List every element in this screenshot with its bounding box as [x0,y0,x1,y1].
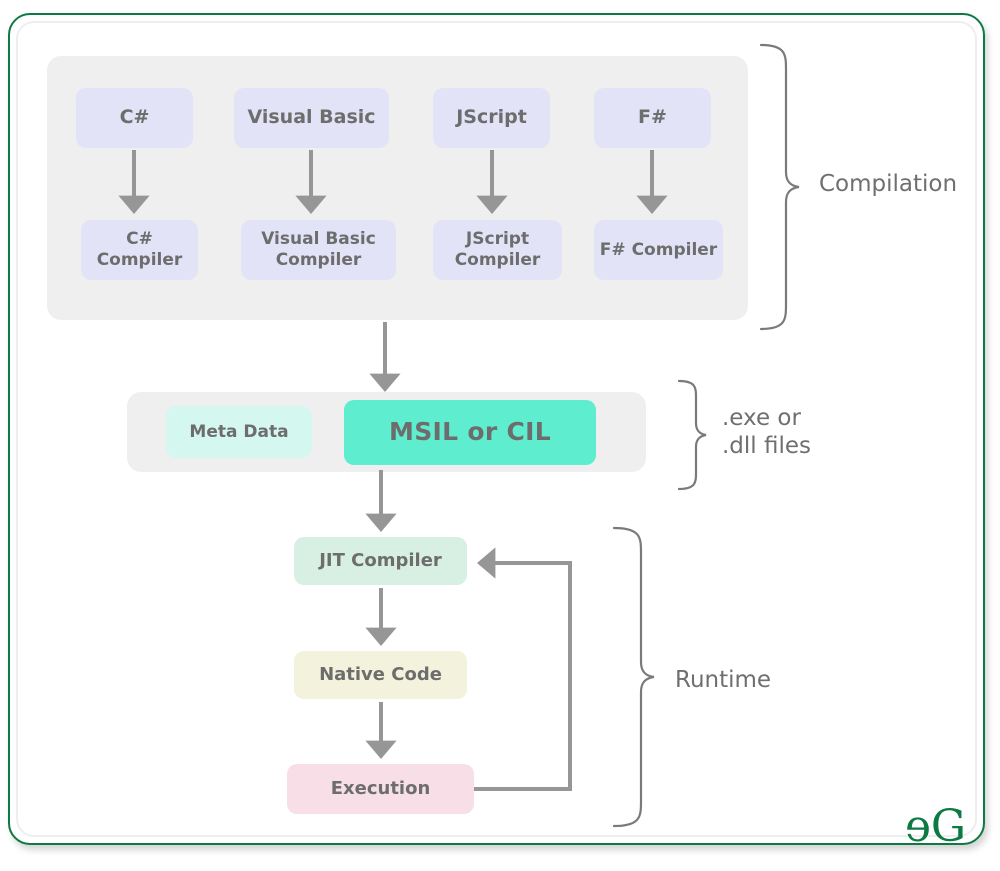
compiler-box-csharp[interactable]: C# Compiler [81,220,198,280]
native-code-label: Native Code [319,664,442,686]
native-code-box[interactable]: Native Code [294,651,467,699]
jit-compiler-label: JIT Compiler [319,550,442,572]
brace-label-files: .exe or .dll files [722,405,812,460]
language-label: Visual Basic [247,106,376,129]
language-label: F# [638,106,667,129]
language-box-csharp[interactable]: C# [76,88,193,148]
jit-compiler-box[interactable]: JIT Compiler [294,537,467,585]
language-box-fsharp[interactable]: F# [594,88,711,148]
language-label: C# [119,106,150,129]
compiler-box-visual-basic[interactable]: Visual Basic Compiler [241,220,396,280]
language-box-jscript[interactable]: JScript [433,88,550,148]
compiler-box-fsharp[interactable]: F# Compiler [594,220,723,280]
geeksforgeeks-logo: eG [906,801,966,852]
metadata-box[interactable]: Meta Data [166,406,312,458]
execution-box[interactable]: Execution [287,764,474,814]
diagram-canvas: C# Visual Basic JScript F# C# Compiler V… [0,0,1000,871]
logo-mark-right: G [930,801,966,852]
compiler-label: Visual Basic Compiler [261,229,376,270]
msil-label: MSIL or CIL [389,417,551,447]
msil-box[interactable]: MSIL or CIL [344,400,596,465]
compiler-box-jscript[interactable]: JScript Compiler [433,220,562,280]
compiler-label: JScript Compiler [454,229,541,270]
execution-label: Execution [330,778,431,800]
brace-label-compilation: Compilation [819,171,958,197]
compiler-label: C# Compiler [96,229,183,270]
metadata-label: Meta Data [189,421,289,442]
brace-label-runtime: Runtime [675,667,772,693]
language-label: JScript [456,106,527,129]
language-box-visual-basic[interactable]: Visual Basic [234,88,389,148]
compiler-label: F# Compiler [599,239,718,260]
logo-mark-left: e [906,801,931,852]
